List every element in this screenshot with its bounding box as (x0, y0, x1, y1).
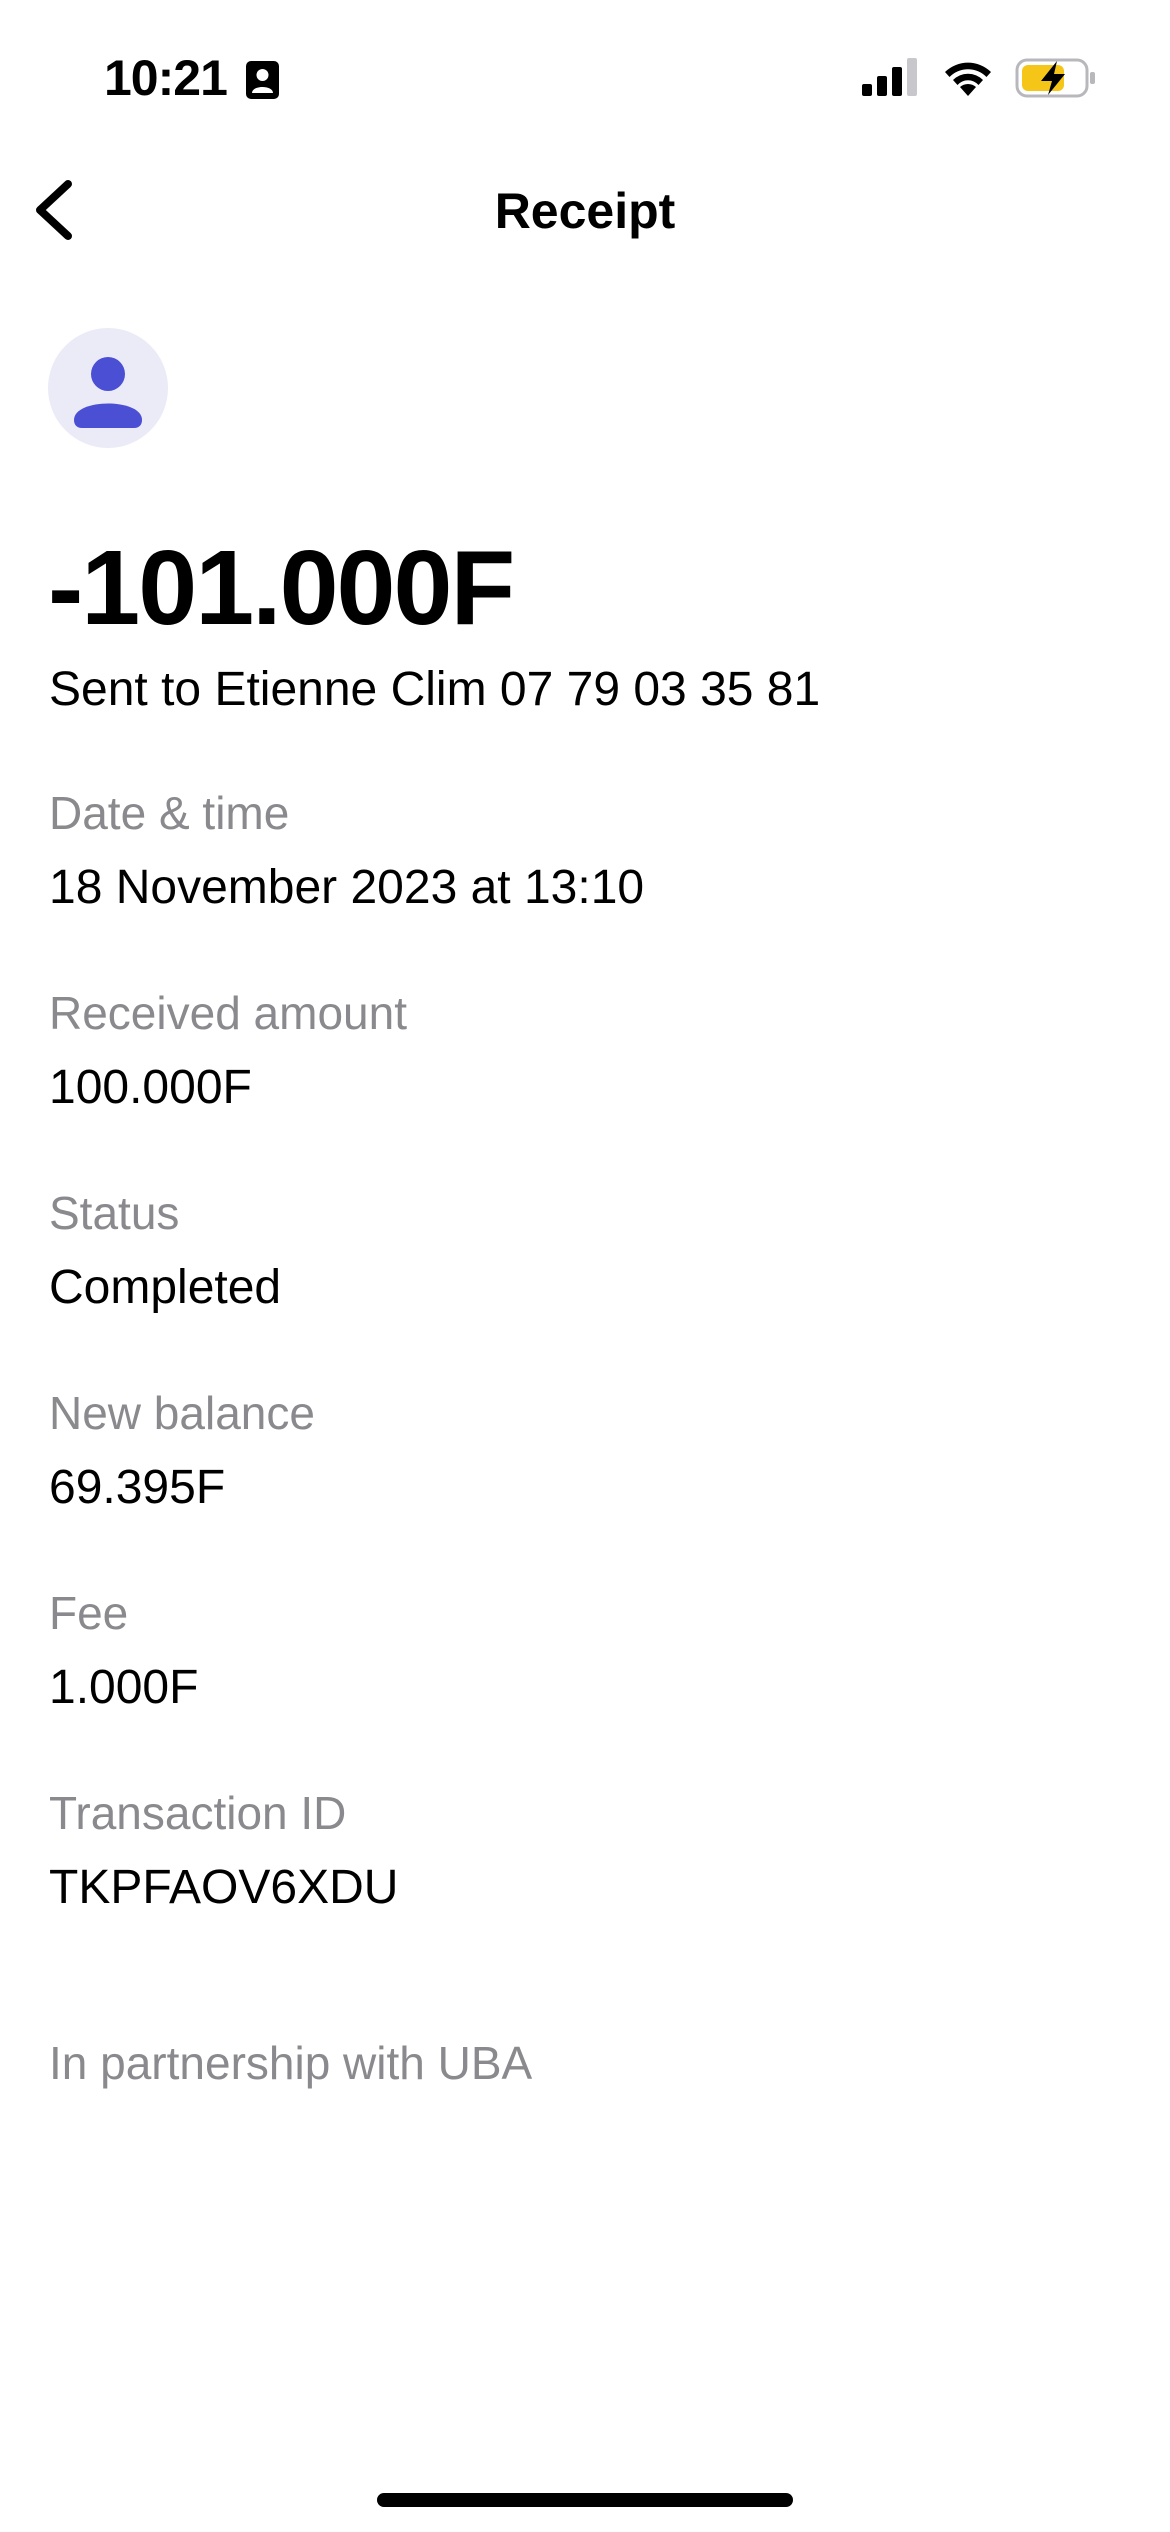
avatar (48, 328, 168, 448)
detail-label: Received amount (49, 987, 407, 1039)
detail-value: 1.000F (49, 1661, 199, 1714)
home-indicator[interactable] (377, 2493, 793, 2507)
wifi-icon (942, 56, 994, 98)
battery-charging-icon (1015, 57, 1097, 99)
detail-label: Date & time (49, 787, 290, 839)
detail-row-fee: Fee 1.000F (49, 1580, 1119, 1780)
page-title: Receipt (494, 183, 676, 239)
detail-label: Fee (49, 1587, 129, 1639)
detail-value: TKPFAOV6XDU (49, 1861, 399, 1914)
detail-row-received-amount: Received amount 100.000F (49, 980, 1119, 1180)
id-card-icon (245, 60, 280, 100)
recipient-line: Sent to Etienne Clim 07 79 03 35 81 (49, 663, 821, 716)
status-time: 10:21 (104, 50, 228, 106)
detail-row-new-balance: New balance 69.395F (49, 1380, 1119, 1580)
status-bar: 10:21 (0, 0, 1170, 150)
detail-value: 18 November 2023 at 13:10 (49, 861, 645, 914)
person-icon (74, 357, 142, 428)
detail-value: 100.000F (49, 1061, 252, 1114)
partnership-note: In partnership with UBA (49, 2037, 533, 2089)
detail-value: Completed (49, 1261, 282, 1314)
detail-row-transaction-id: Transaction ID TKPFAOV6XDU (49, 1780, 1119, 1980)
detail-label: New balance (49, 1387, 315, 1439)
detail-row-status: Status Completed (49, 1180, 1119, 1380)
detail-label: Transaction ID (49, 1787, 347, 1839)
transaction-amount: -101.000F (48, 529, 515, 647)
detail-value: 69.395F (49, 1461, 226, 1514)
receipt-details: Date & time 18 November 2023 at 13:10 Re… (49, 780, 1119, 1980)
detail-label: Status (49, 1187, 180, 1239)
detail-row-date-time: Date & time 18 November 2023 at 13:10 (49, 780, 1119, 980)
cellular-signal-icon (862, 58, 920, 98)
